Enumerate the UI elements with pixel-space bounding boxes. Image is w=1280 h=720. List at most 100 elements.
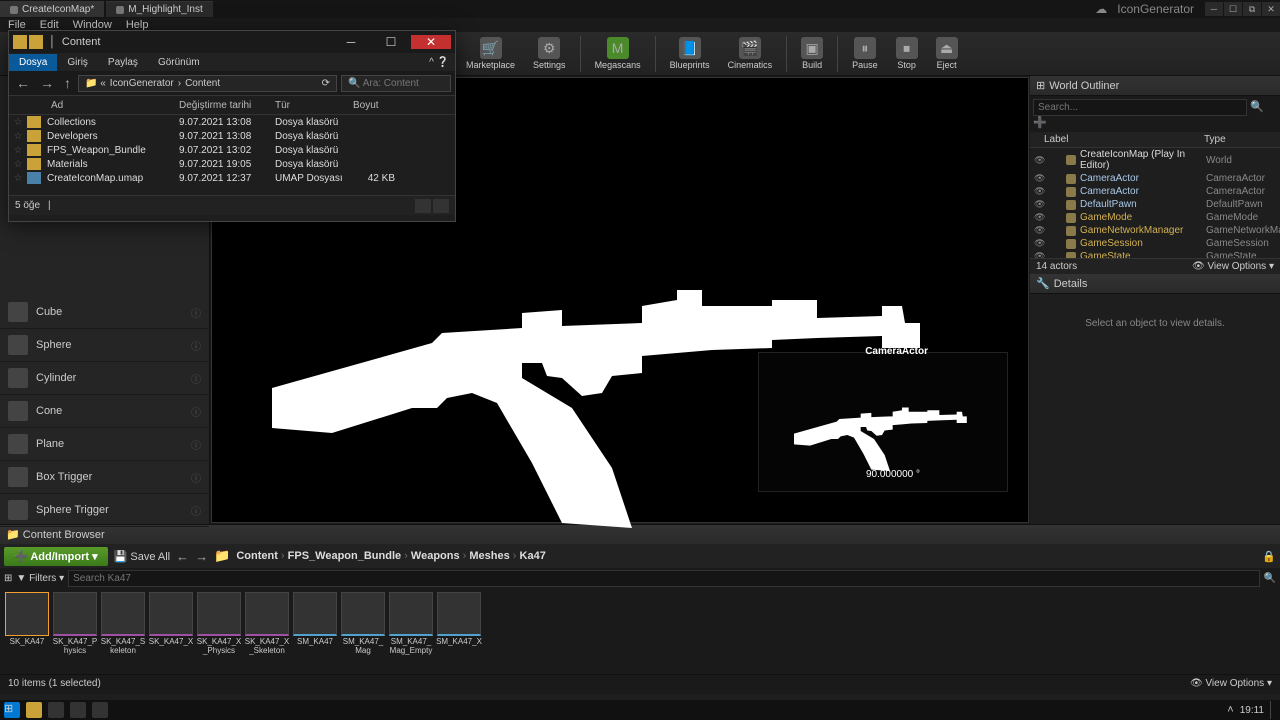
explorer-back[interactable]: ←	[13, 75, 33, 91]
info-icon[interactable]: ⓘ	[191, 371, 201, 386]
outliner-row[interactable]: 👁GameStateGameState	[1030, 250, 1280, 258]
toolbar-megascans[interactable]: MMegascans	[587, 33, 649, 75]
explorer-up[interactable]: ↑	[61, 75, 74, 91]
place-actor-item[interactable]: Sphere Triggerⓘ	[0, 494, 209, 527]
show-desktop-button[interactable]	[1270, 701, 1276, 719]
taskbar-explorer-icon[interactable]	[26, 702, 42, 718]
info-icon[interactable]: ⓘ	[191, 305, 201, 320]
visibility-icon[interactable]: 👁	[1034, 238, 1044, 249]
explorer-row[interactable]: ☆Collections9.07.2021 13:08Dosya klasörü	[9, 115, 455, 129]
outliner-row[interactable]: 👁CameraActorCameraActor	[1030, 185, 1280, 198]
info-icon[interactable]: ⓘ	[191, 338, 201, 353]
place-actor-item[interactable]: Sphereⓘ	[0, 329, 209, 362]
taskbar-app-icon[interactable]	[92, 702, 108, 718]
visibility-icon[interactable]: 👁	[1034, 251, 1044, 258]
outliner-columns[interactable]: LabelType	[1030, 132, 1280, 148]
start-button[interactable]: ⊞	[4, 702, 20, 718]
editor-tab-map[interactable]: CreateIconMap*	[0, 1, 104, 17]
explorer-row[interactable]: ☆Materials9.07.2021 19:05Dosya klasörü	[9, 157, 455, 171]
breadcrumb[interactable]: FPS_Weapon_Bundle	[288, 550, 401, 562]
explorer-minimize[interactable]: ─	[331, 35, 371, 49]
outliner-view-options[interactable]: 👁 View Options ▾	[1192, 261, 1274, 272]
asset-item[interactable]: SM_KA47_Mag_Empty	[388, 592, 434, 670]
place-actor-item[interactable]: Box Triggerⓘ	[0, 461, 209, 494]
taskbar-chrome-icon[interactable]	[48, 702, 64, 718]
explorer-row[interactable]: ☆FPS_Weapon_Bundle9.07.2021 13:02Dosya k…	[9, 143, 455, 157]
outliner-row[interactable]: 👁GameModeGameMode	[1030, 211, 1280, 224]
cb-sources-toggle[interactable]: ⊞	[4, 573, 12, 584]
place-actor-item[interactable]: Coneⓘ	[0, 395, 209, 428]
breadcrumb[interactable]: Weapons	[411, 550, 460, 562]
nav-back[interactable]: ←	[176, 549, 189, 564]
cb-view-options[interactable]: 👁 View Options ▾	[1190, 678, 1272, 691]
explorer-view-icons[interactable]	[433, 199, 449, 213]
asset-item[interactable]: SM_KA47_X	[436, 592, 482, 670]
nav-folder[interactable]: 📁	[214, 548, 230, 564]
toolbar-pause[interactable]: ⏸Pause	[844, 33, 886, 75]
tray-chevron-icon[interactable]: ˄	[1227, 704, 1233, 716]
visibility-icon[interactable]: 👁	[1034, 199, 1044, 210]
place-actor-item[interactable]: Cubeⓘ	[0, 296, 209, 329]
file-explorer-window[interactable]: │ Content ─ ☐ ✕ Dosya Giriş Paylaş Görün…	[8, 30, 456, 222]
star-icon[interactable]: ☆	[9, 117, 27, 128]
cb-filters-button[interactable]: ▼ Filters ▾	[16, 573, 64, 584]
add-import-button[interactable]: ➕ Add/Import ▾	[4, 547, 108, 566]
toolbar-eject[interactable]: ⏏Eject	[928, 33, 966, 75]
toolbar-marketplace[interactable]: 🛒Marketplace	[458, 33, 523, 75]
outliner-row[interactable]: 👁GameNetworkManagerGameNetworkManager	[1030, 224, 1280, 237]
explorer-tab-view[interactable]: Görünüm	[148, 54, 210, 71]
toolbar-blueprints[interactable]: 📘Blueprints	[662, 33, 718, 75]
explorer-tab-home[interactable]: Giriş	[57, 54, 98, 71]
asset-item[interactable]: SK_KA47_X_Skeleton	[244, 592, 290, 670]
notification-icon[interactable]: ☁	[1095, 2, 1107, 16]
explorer-view-details[interactable]	[415, 199, 431, 213]
star-icon[interactable]: ☆	[9, 131, 27, 142]
breadcrumb[interactable]: Content	[236, 550, 278, 562]
explorer-row[interactable]: ☆Developers9.07.2021 13:08Dosya klasörü	[9, 129, 455, 143]
outliner-search-input[interactable]	[1033, 99, 1247, 116]
visibility-icon[interactable]: 👁	[1034, 225, 1044, 236]
cb-lock-icon[interactable]: 🔒	[1262, 550, 1276, 563]
explorer-help-icon[interactable]: ^ ❔	[423, 57, 455, 68]
asset-item[interactable]: SK_KA47_Physics	[52, 592, 98, 670]
info-icon[interactable]: ⓘ	[191, 503, 201, 518]
explorer-close[interactable]: ✕	[411, 35, 451, 49]
explorer-tab-file[interactable]: Dosya	[9, 54, 57, 71]
toolbar-stop[interactable]: ⏹Stop	[888, 33, 926, 75]
explorer-search[interactable]: 🔍 Ara: Content	[341, 75, 451, 92]
outliner-row[interactable]: 👁DefaultPawnDefaultPawn	[1030, 198, 1280, 211]
outliner-row[interactable]: 👁CreateIconMap (Play In Editor)World	[1030, 148, 1280, 172]
asset-item[interactable]: SM_KA47	[292, 592, 338, 670]
taskbar-app-icon[interactable]	[70, 702, 86, 718]
explorer-maximize[interactable]: ☐	[371, 35, 411, 49]
asset-item[interactable]: SK_KA47	[4, 592, 50, 670]
place-actor-item[interactable]: Cylinderⓘ	[0, 362, 209, 395]
taskbar-clock[interactable]: 19:11	[1240, 705, 1264, 716]
explorer-forward[interactable]: →	[37, 75, 57, 91]
info-icon[interactable]: ⓘ	[191, 470, 201, 485]
windows-taskbar[interactable]: ⊞ ˄ 19:11	[0, 700, 1280, 720]
outliner-row[interactable]: 👁GameSessionGameSession	[1030, 237, 1280, 250]
explorer-row[interactable]: ☆CreateIconMap.umap9.07.2021 12:37UMAP D…	[9, 171, 455, 185]
breadcrumb[interactable]: Meshes	[469, 550, 509, 562]
restore-button[interactable]: ⧉	[1243, 2, 1261, 16]
cb-search-input[interactable]	[68, 570, 1259, 587]
toolbar-build[interactable]: ▣Build	[793, 33, 831, 75]
explorer-tab-share[interactable]: Paylaş	[98, 54, 148, 71]
asset-item[interactable]: SK_KA47_Skeleton	[100, 592, 146, 670]
asset-item[interactable]: SK_KA47_X	[148, 592, 194, 670]
asset-item[interactable]: SM_KA47_Mag	[340, 592, 386, 670]
outliner-row[interactable]: 👁CameraActorCameraActor	[1030, 172, 1280, 185]
info-icon[interactable]: ⓘ	[191, 437, 201, 452]
place-actor-item[interactable]: Planeⓘ	[0, 428, 209, 461]
visibility-icon[interactable]: 👁	[1034, 212, 1044, 223]
editor-tab-material[interactable]: M_Highlight_Inst	[106, 1, 212, 17]
star-icon[interactable]: ☆	[9, 159, 27, 170]
asset-item[interactable]: SK_KA47_X_Physics	[196, 592, 242, 670]
maximize-button[interactable]: ☐	[1224, 2, 1242, 16]
explorer-headers[interactable]: Ad Değiştirme tarihi Tür Boyut	[9, 95, 455, 115]
minimize-button[interactable]: ─	[1205, 2, 1223, 16]
toolbar-settings[interactable]: ⚙Settings	[525, 33, 574, 75]
info-icon[interactable]: ⓘ	[191, 404, 201, 419]
star-icon[interactable]: ☆	[9, 145, 27, 156]
